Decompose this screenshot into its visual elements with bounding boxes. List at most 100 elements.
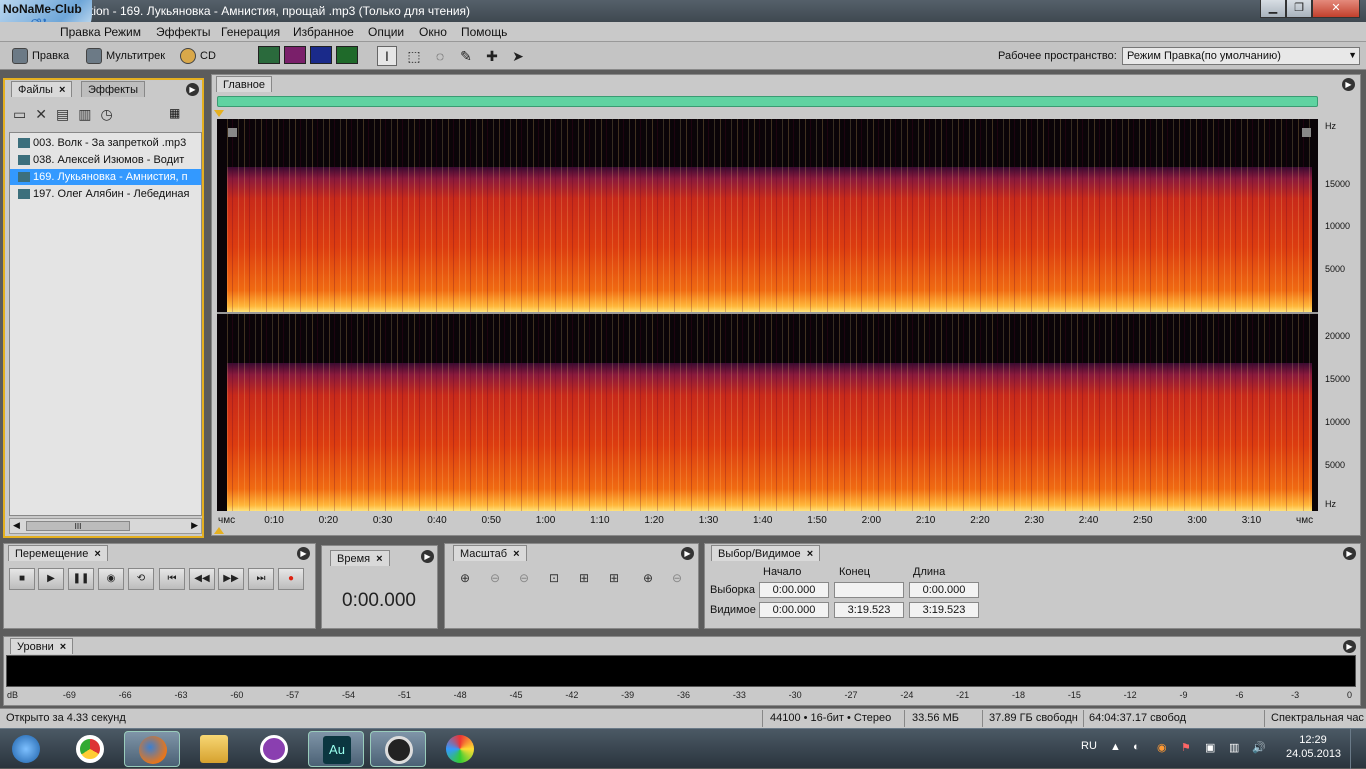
scroll-left-icon[interactable]: ◀ (13, 520, 20, 531)
spectral-mode-button[interactable] (284, 46, 306, 64)
tab-levels[interactable]: Уровни × (10, 638, 74, 654)
menu-effects[interactable]: Эффекты (156, 25, 211, 39)
spectral-display[interactable] (217, 119, 1318, 511)
insert-cd-icon[interactable]: ▥ (78, 106, 100, 122)
menu-favorites[interactable]: Избранное (293, 25, 354, 39)
close-file-icon[interactable]: ✕ (35, 106, 56, 122)
menu-generate[interactable]: Генерация (221, 25, 280, 39)
tab-selection-view[interactable]: Выбор/Видимое × (711, 545, 821, 561)
go-end-button[interactable]: ⏭ (248, 568, 274, 590)
start-button[interactable] (0, 731, 54, 767)
tab-zoom[interactable]: Масштаб × (453, 545, 527, 561)
zoom-corner-icon[interactable] (228, 128, 237, 137)
zoom-left-edge-icon[interactable]: ⊞ (574, 568, 594, 588)
close-icon[interactable]: × (376, 553, 382, 565)
tray-flag-icon[interactable]: ⚑ (1181, 741, 1195, 755)
tab-files[interactable]: Файлы × (11, 81, 73, 97)
pause-button[interactable]: ❚❚ (68, 568, 94, 590)
tab-main[interactable]: Главное (216, 76, 273, 92)
taskbar-chrome[interactable] (62, 731, 118, 767)
taskbar-paint[interactable] (432, 731, 488, 767)
zoom-right-edge-icon[interactable]: ⊞ (604, 568, 624, 588)
move-tool-icon[interactable]: ➤ (508, 46, 528, 66)
panel-menu-icon[interactable]: ▶ (421, 550, 434, 563)
menu-edit[interactable]: Правка (60, 25, 101, 39)
loop-button[interactable]: ⟲ (128, 568, 154, 590)
list-item[interactable]: 038. Алексей Изюмов - Водит (10, 152, 201, 168)
selection-end-field[interactable] (834, 582, 904, 598)
tray-device-icon[interactable]: ▣ (1205, 741, 1219, 755)
heal-tool-icon[interactable]: ✚ (482, 46, 502, 66)
panel-menu-icon[interactable]: ▶ (681, 547, 694, 560)
marquee-tool-icon[interactable]: ⬚ (404, 46, 424, 66)
tray-app-icon[interactable]: ◉ (1157, 741, 1171, 755)
visible-start-field[interactable]: 0:00.000 (759, 602, 829, 618)
close-icon[interactable]: × (513, 548, 519, 560)
network-icon[interactable]: ▥ (1229, 741, 1243, 755)
tab-effects[interactable]: Эффекты (81, 81, 146, 97)
taskbar-explorer[interactable] (186, 731, 242, 767)
panel-menu-icon[interactable]: ▶ (186, 83, 199, 96)
ccleaner-icon[interactable]: ◐ (1133, 741, 1147, 755)
waveform-mode-button[interactable] (258, 46, 280, 64)
edit-view-button[interactable]: Правка (12, 47, 69, 65)
list-item-selected[interactable]: 169. Лукьяновка - Амнистия, п (10, 169, 201, 185)
visible-end-field[interactable]: 3:19.523 (834, 602, 904, 618)
scroll-right-icon[interactable]: ▶ (191, 520, 198, 531)
menu-help[interactable]: Помощь (461, 25, 507, 39)
zoom-in-vertical-icon[interactable]: ⊕ (638, 568, 658, 588)
maximize-button[interactable]: ❐ (1286, 0, 1312, 18)
scroll-thumb[interactable]: III (26, 521, 130, 531)
lasso-tool-icon[interactable]: ◌ (430, 46, 450, 66)
selection-start-field[interactable]: 0:00.000 (759, 582, 829, 598)
play-file-icon[interactable]: ◷ (100, 106, 121, 122)
tab-time[interactable]: Время × (330, 550, 390, 566)
zoom-out-amplitude-icon[interactable]: ⊖ (485, 568, 505, 588)
rewind-button[interactable]: ◀◀ (189, 568, 215, 590)
tab-transport[interactable]: Перемещение × (8, 545, 108, 561)
zoom-out-vertical-icon[interactable]: ⊖ (667, 568, 687, 588)
show-desktop-button[interactable] (1350, 729, 1366, 769)
taskbar-player[interactable] (370, 731, 426, 767)
close-icon[interactable]: × (60, 641, 66, 653)
minimize-button[interactable]: ▁ (1260, 0, 1286, 18)
zoom-in-amplitude-icon[interactable]: ⊕ (455, 568, 475, 588)
overview-bar[interactable] (217, 96, 1318, 107)
menu-mode[interactable]: Режим (104, 25, 141, 39)
pan-mode-button[interactable] (310, 46, 332, 64)
playhead-marker-icon[interactable] (214, 110, 224, 117)
show-options-icon[interactable]: ▦ (169, 106, 180, 120)
volume-icon[interactable]: 🔊 (1252, 741, 1266, 755)
panel-menu-icon[interactable]: ▶ (1343, 547, 1356, 560)
panel-menu-icon[interactable]: ▶ (1342, 78, 1355, 91)
taskbar-audition[interactable]: Au (308, 731, 364, 767)
phase-mode-button[interactable] (336, 46, 358, 64)
list-item[interactable]: 003. Волк - За запреткой .mp3 (10, 135, 201, 151)
record-button[interactable]: ● (278, 568, 304, 590)
insert-multitrack-icon[interactable]: ▤ (56, 106, 78, 122)
selection-length-field[interactable]: 0:00.000 (909, 582, 979, 598)
close-icon[interactable]: × (807, 548, 813, 560)
workspace-select[interactable]: Режим Правка(по умолчанию) ▼ (1122, 47, 1360, 65)
brush-tool-icon[interactable]: ✎ (456, 46, 476, 66)
go-start-button[interactable]: ⏮ (159, 568, 185, 590)
list-item[interactable]: 197. Олег Алябин - Лебединая (10, 186, 201, 202)
play-to-end-button[interactable]: ◉ (98, 568, 124, 590)
time-selection-tool-icon[interactable]: I (377, 46, 397, 66)
show-hidden-icons-icon[interactable]: ▲ (1110, 741, 1124, 755)
zoom-selection-icon[interactable]: ⊡ (544, 568, 564, 588)
cd-button[interactable]: CD (180, 47, 216, 65)
menu-window[interactable]: Окно (419, 25, 447, 39)
close-icon[interactable]: × (94, 548, 100, 560)
horizontal-scrollbar[interactable]: ◀ III ▶ (9, 518, 202, 534)
clock[interactable]: 12:29 24.05.2013 (1286, 733, 1341, 761)
taskbar-bittorrent[interactable] (246, 731, 302, 767)
taskbar-firefox[interactable] (124, 731, 180, 767)
visible-length-field[interactable]: 3:19.523 (909, 602, 979, 618)
language-indicator[interactable]: RU (1081, 740, 1097, 752)
playhead-bottom-icon[interactable] (214, 527, 224, 534)
stop-button[interactable]: ■ (9, 568, 35, 590)
open-file-icon[interactable]: ▭ (13, 106, 35, 122)
multitrack-button[interactable]: Мультитрек (86, 47, 165, 65)
play-button[interactable]: ▶ (38, 568, 64, 590)
